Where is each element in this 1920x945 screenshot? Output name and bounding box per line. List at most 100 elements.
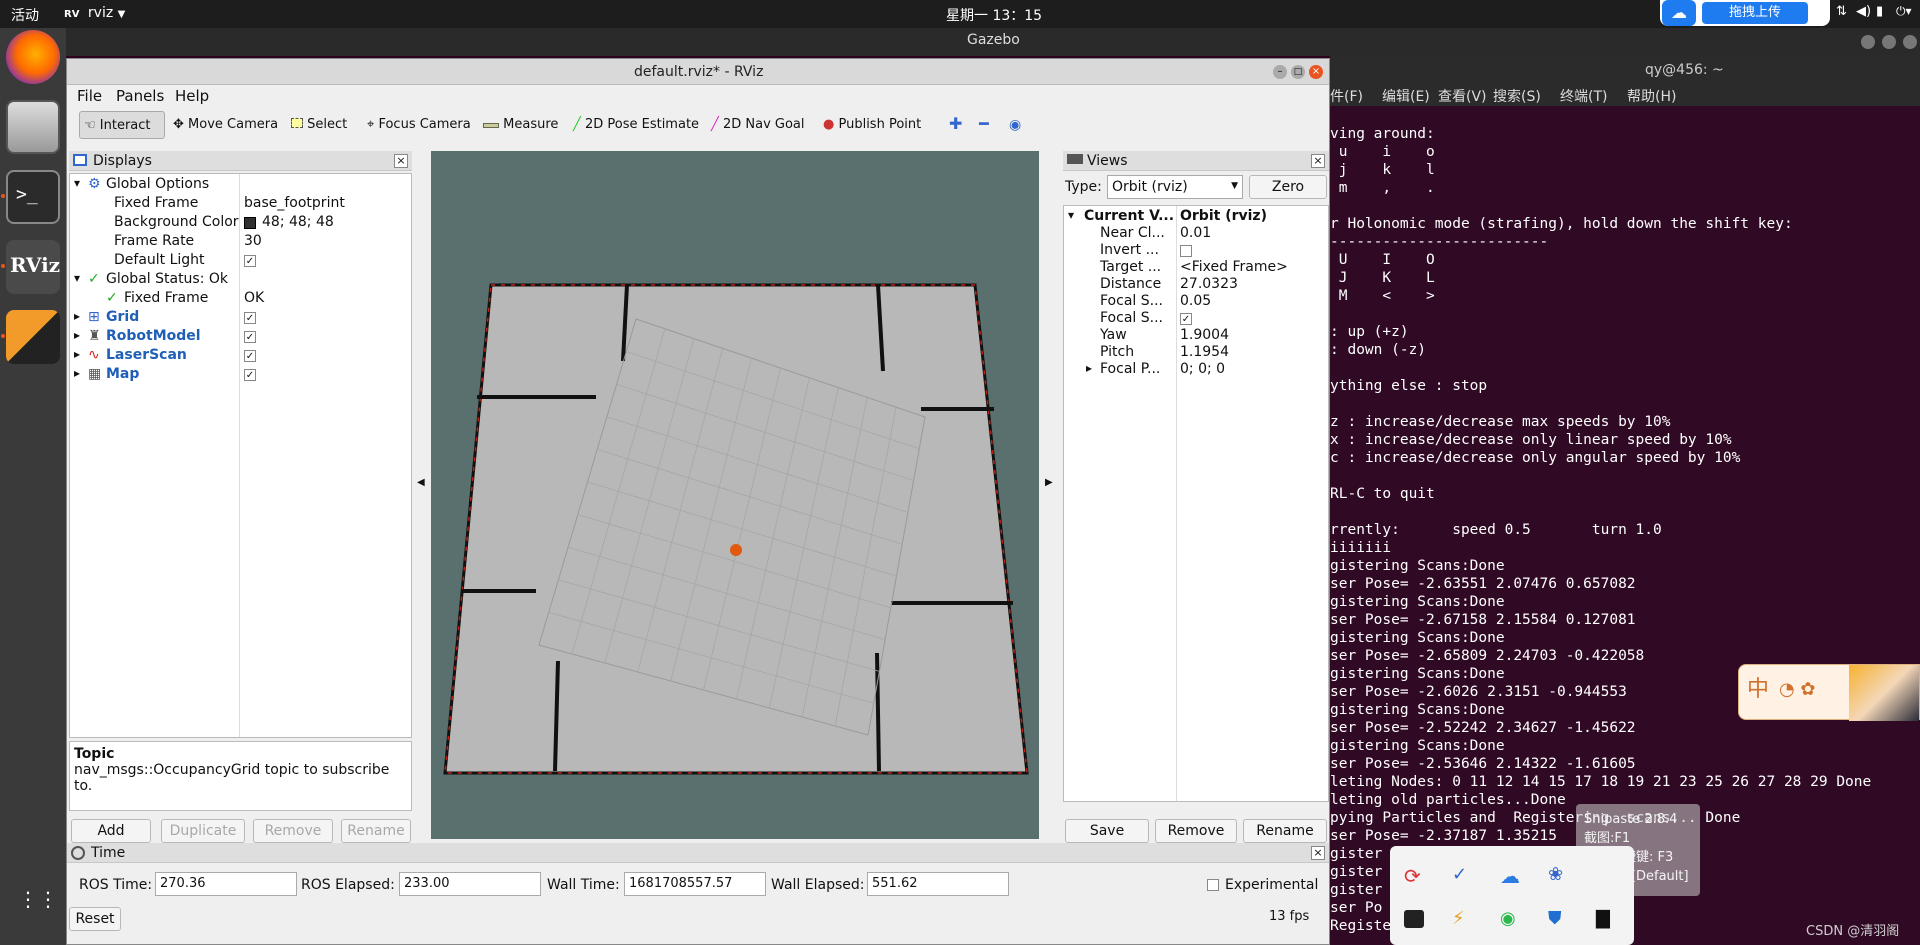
activities-button[interactable]: 活动 <box>11 5 39 25</box>
view-label: Distance <box>1100 276 1162 292</box>
display-row[interactable]: Background Color 48; 48; 48 <box>70 214 411 233</box>
menu-file[interactable]: File <box>77 87 102 105</box>
add-display-button[interactable]: Add <box>71 819 151 843</box>
maximize-button[interactable]: □ <box>1291 65 1305 79</box>
display-row[interactable]: Fixed Frame base_footprint <box>70 195 411 214</box>
render-viewport[interactable] <box>431 151 1039 839</box>
display-row[interactable]: ▾ ✓ Global Status: Ok <box>70 271 411 290</box>
firefox-icon[interactable] <box>6 30 60 84</box>
tray-wechat-icon[interactable]: ◉ <box>1500 908 1516 929</box>
menu-help[interactable]: Help <box>175 87 209 105</box>
time-close-button[interactable]: × <box>1311 846 1325 860</box>
terminal-menu-file[interactable]: 件(F) <box>1330 86 1363 106</box>
save-view-button[interactable]: Save <box>1065 819 1149 843</box>
display-row[interactable]: ▸ ⊞ Grid ✓ <box>70 309 411 328</box>
wall-time-field[interactable]: 1681708557.57 <box>624 872 766 896</box>
display-row[interactable]: Frame Rate 30 <box>70 233 411 252</box>
tool-move-camera[interactable]: ✥ Move Camera <box>169 111 282 139</box>
tray-app-icon[interactable]: ❀ <box>1548 864 1563 885</box>
tray-nvidia-icon[interactable] <box>1404 910 1424 928</box>
expand-arrow-icon[interactable]: ▸ <box>74 366 80 380</box>
upload-button[interactable]: 拖拽上传 <box>1702 2 1808 24</box>
network-icon[interactable]: ⇅ <box>1836 4 1847 19</box>
experimental-checkbox[interactable] <box>1207 879 1219 891</box>
remove-view-button[interactable]: Remove <box>1155 819 1237 843</box>
terminal-menu-terminal[interactable]: 终端(T) <box>1560 86 1607 106</box>
collapse-right-icon[interactable]: ▶ <box>1045 477 1053 488</box>
tray-app-icon[interactable]: ▇ <box>1596 908 1610 929</box>
tray-app-icon[interactable]: ⚡ <box>1452 908 1465 929</box>
input-method-widget[interactable]: 中 ◔ ✿ <box>1738 664 1920 721</box>
reset-button[interactable]: Reset <box>69 907 121 931</box>
tray-app-icon[interactable]: ⟳ <box>1404 864 1421 888</box>
display-row[interactable]: ▸ ♜ RobotModel ✓ <box>70 328 411 347</box>
terminal-menu-search[interactable]: 搜索(S) <box>1493 86 1541 106</box>
expand-arrow-icon[interactable]: ▸ <box>1086 361 1092 375</box>
rviz-icon[interactable]: RViz <box>6 240 60 294</box>
gazebo-icon[interactable] <box>6 310 60 364</box>
expand-arrow-icon[interactable]: ▾ <box>1068 208 1074 222</box>
gazebo-maximize-button[interactable] <box>1882 35 1896 49</box>
terminal-menu-edit[interactable]: 编辑(E) <box>1382 86 1430 106</box>
tray-shield-icon[interactable]: ⛊ <box>1548 908 1562 929</box>
gazebo-close-button[interactable] <box>1903 35 1917 49</box>
display-label: Fixed Frame <box>124 290 209 306</box>
ros-elapsed-field[interactable]: 233.00 <box>399 872 541 896</box>
display-row[interactable]: ▸ ▦ Map ✓ <box>70 366 411 385</box>
gazebo-minimize-button[interactable] <box>1861 35 1875 49</box>
wall-elapsed-field[interactable]: 551.62 <box>867 872 1009 896</box>
terminal-line: ser Pose= -2.37187 1.35215 <box>1330 828 1557 844</box>
displays-close-button[interactable]: × <box>394 154 408 168</box>
views-close-button[interactable]: × <box>1311 154 1325 168</box>
rename-view-button[interactable]: Rename <box>1243 819 1327 843</box>
ros-time-field[interactable]: 270.36 <box>155 872 297 896</box>
views-tree[interactable]: ▾ Current V... Orbit (rviz) Near Cl... 0.01 I… <box>1063 205 1329 802</box>
files-icon[interactable] <box>6 100 60 154</box>
upload-widget[interactable]: ☁ 拖拽上传 <box>1660 0 1830 26</box>
collapse-left-icon[interactable]: ◀ <box>417 477 425 488</box>
terminal-menu-help[interactable]: 帮助(H) <box>1627 86 1676 106</box>
minimize-button[interactable]: – <box>1273 65 1287 79</box>
expand-arrow-icon[interactable]: ▸ <box>74 328 80 342</box>
displays-tree[interactable]: ▾ ⚙ Global Options Fixed Frame base_footprin… <box>69 173 412 738</box>
battery-icon[interactable]: ▮ <box>1876 4 1883 19</box>
duplicate-display-button[interactable]: Duplicate <box>161 819 245 843</box>
occupancy-map <box>443 283 1029 775</box>
expand-arrow-icon[interactable]: ▸ <box>74 309 80 323</box>
expand-arrow-icon[interactable]: ▾ <box>74 271 80 285</box>
tool-2d-pose-estimate[interactable]: ╱ 2D Pose Estimate <box>569 111 703 139</box>
tool-focus-camera[interactable]: ⌖ Focus Camera <box>363 111 475 139</box>
remove-tool-button[interactable]: ━ <box>975 111 993 139</box>
display-row[interactable]: ✓ Fixed Frame OK <box>70 290 411 309</box>
clock[interactable]: 星期一 13：15 <box>946 5 1042 25</box>
remove-display-button[interactable]: Remove <box>253 819 333 843</box>
display-row[interactable]: Default Light ✓ <box>70 252 411 271</box>
menu-panels[interactable]: Panels <box>116 87 164 105</box>
type-select[interactable]: Orbit (rviz) ▼ <box>1107 175 1243 199</box>
zero-button[interactable]: Zero <box>1249 175 1327 199</box>
display-row[interactable]: ▾ ⚙ Global Options <box>70 176 411 195</box>
view-row[interactable]: ▸ Focal P... 0; 0; 0 <box>1064 361 1328 380</box>
display-row[interactable]: ▸ ∿ LaserScan ✓ <box>70 347 411 366</box>
tool-2d-nav-goal[interactable]: ╱ 2D Nav Goal <box>707 111 809 139</box>
terminal-menu-view[interactable]: 查看(V) <box>1438 86 1487 106</box>
close-button[interactable]: × <box>1309 65 1323 79</box>
add-tool-button[interactable]: ✚ <box>945 111 966 139</box>
expand-arrow-icon[interactable]: ▾ <box>74 176 80 190</box>
expand-arrow-icon[interactable]: ▸ <box>74 347 80 361</box>
tool-publish-point[interactable]: ● Publish Point <box>819 111 925 139</box>
tool-measure[interactable]: Measure <box>479 111 562 139</box>
terminal-icon[interactable]: >_ <box>6 170 60 224</box>
app-menu[interactable]: RV rviz ▼ <box>64 5 125 21</box>
terminal-line: ser Pose= -2.52242 2.34627 -1.45622 <box>1330 720 1636 736</box>
tray-app-icon[interactable]: ✓ <box>1452 864 1467 885</box>
power-menu-icon[interactable]: ⏻▾ <box>1896 4 1912 19</box>
eye-icon[interactable]: ◉ <box>1005 111 1025 139</box>
rename-display-button[interactable]: Rename <box>341 819 411 843</box>
show-apps-icon[interactable]: ⋮⋮⋮ <box>18 889 78 924</box>
tray-cloud-icon[interactable]: ☁ <box>1500 864 1520 888</box>
ime-chinese-icon: 中 <box>1747 677 1770 702</box>
tool-select[interactable]: Select <box>287 111 351 139</box>
volume-icon[interactable]: ◀) <box>1856 4 1871 19</box>
tool-interact[interactable]: ☜ Interact <box>79 111 165 139</box>
